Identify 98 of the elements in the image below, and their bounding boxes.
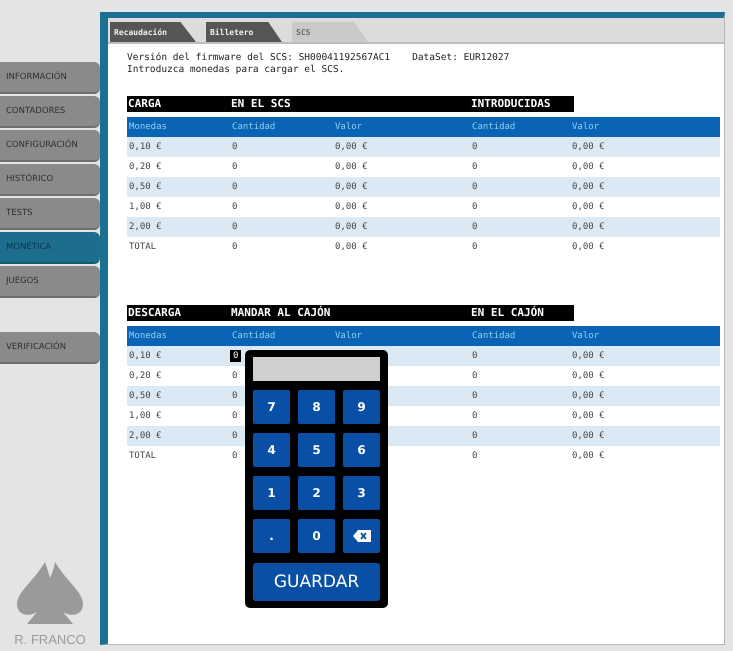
table-cell-text: 0 — [471, 202, 478, 212]
column-header: Valor — [571, 331, 600, 341]
section-title: CARGA — [127, 96, 230, 112]
save-button[interactable]: GUARDAR — [253, 563, 380, 601]
table-cell-text: 1,00 € — [128, 411, 163, 421]
table-cell-text: 0,00 € — [571, 391, 606, 401]
section-title: MANDAR AL CAJÓN — [230, 305, 470, 321]
table-cell-text: 0,00 € — [571, 431, 606, 441]
table-cell-text: 0,00 € — [334, 222, 369, 232]
numpad-key[interactable]: 8 — [298, 390, 335, 424]
numpad-key[interactable]: 7 — [253, 390, 290, 424]
table-cell-text: 0,10 € — [128, 142, 163, 152]
spade-logo-icon — [15, 560, 85, 626]
table-cell-text: 0 — [471, 411, 478, 421]
sidebar-item[interactable]: CONFIGURACIÓN — [0, 130, 100, 162]
table-cell-text: 0,00 € — [571, 202, 606, 212]
column-header: Valor — [334, 122, 364, 132]
numpad-key[interactable]: 5 — [298, 433, 335, 467]
table-cell-text: 0 — [231, 202, 238, 212]
column-header: Monedas — [128, 331, 168, 341]
table-cell-text: 0 — [471, 431, 478, 441]
table-cell-text: 0,00 € — [334, 162, 369, 172]
table-cell-text: 0,00 € — [571, 142, 606, 152]
tab[interactable]: Billetero — [206, 22, 282, 42]
logo-text: R. FRANCO — [14, 632, 86, 647]
backspace-icon — [352, 530, 370, 542]
table-cell-text: 0 — [471, 371, 478, 381]
table-cell-text: 0,20 € — [128, 162, 163, 172]
column-header: Cantidad — [471, 331, 516, 341]
numpad-key[interactable]: . — [253, 519, 290, 553]
backspace-button[interactable] — [343, 519, 380, 553]
table-cell-text: 0,00 € — [571, 351, 606, 361]
quantity-cell[interactable]: 0 — [230, 431, 238, 441]
table-cell-text: 0,00 € — [334, 202, 369, 212]
sidebar-item[interactable]: VERIFICACIÓN — [0, 332, 100, 364]
numpad-key[interactable]: 4 — [253, 433, 290, 467]
instruction-text: Introduzca monedas para cargar el SCS. — [127, 64, 344, 76]
numpad-key[interactable]: 2 — [298, 476, 335, 510]
table-cell-text: 0 — [471, 182, 478, 192]
section-title: EN EL SCS — [230, 96, 470, 112]
table-cell-text: 0 — [231, 142, 238, 152]
table-cell-text: 0 — [471, 242, 478, 252]
table-cell-text: 0,00 € — [571, 411, 606, 421]
sidebar-item[interactable]: INFORMACIÓN — [0, 62, 100, 94]
quantity-cell[interactable]: 0 — [230, 350, 242, 362]
table-cell-text: TOTAL — [128, 242, 158, 252]
table-cell-text: 0,00 € — [571, 182, 606, 192]
table-cell-text: 0 — [471, 451, 478, 461]
table-cell-text: 0 — [471, 351, 478, 361]
table-cell-text: 0 — [471, 222, 478, 232]
dataset-text: DataSet: EUR12027 — [412, 52, 510, 64]
table-cell-text: 0,00 € — [571, 371, 606, 381]
numpad-key[interactable]: 3 — [343, 476, 380, 510]
table-cell-text: 0,00 € — [334, 182, 369, 192]
firmware-version-text: Versión del firmware del SCS: SH00041192567AC1 — [127, 52, 390, 64]
table-cell-text: 0,50 € — [128, 391, 163, 401]
table-cell-text: 0,50 € — [128, 182, 163, 192]
numpad-key[interactable]: 0 — [298, 519, 335, 553]
numpad-key[interactable]: 6 — [343, 433, 380, 467]
quantity-cell[interactable]: 0 — [230, 391, 238, 401]
sidebar-item[interactable]: TESTS — [0, 198, 100, 230]
numpad-key[interactable]: 1 — [253, 476, 290, 510]
sidebar-item[interactable]: JUEGOS — [0, 266, 100, 298]
column-header: Cantidad — [231, 122, 276, 132]
table-cell-text: 0,00 € — [571, 242, 606, 252]
table-cell-text: 0,00 € — [571, 451, 606, 461]
column-header: Monedas — [128, 122, 168, 132]
sidebar-item[interactable]: CONTADORES — [0, 96, 100, 128]
table-cell-text: 0 — [231, 182, 238, 192]
table-cell-text: 0 — [231, 162, 238, 172]
section-title: EN EL CAJÓN — [470, 305, 574, 321]
sidebar-item[interactable]: HISTÓRICO — [0, 164, 100, 196]
tab[interactable]: Recaudación — [110, 22, 196, 42]
numpad-key[interactable]: 9 — [343, 390, 380, 424]
table-cell-text: 0 — [471, 391, 478, 401]
table-cell-text: 0,00 € — [334, 242, 369, 252]
table-cell-text: 2,00 € — [128, 431, 163, 441]
column-header: Cantidad — [471, 122, 516, 132]
table-cell-text: 0 — [471, 162, 478, 172]
table-cell-text: 0 — [231, 222, 238, 232]
column-header: Valor — [334, 331, 364, 341]
quantity-cell[interactable]: 0 — [230, 451, 238, 461]
section-title: INTRODUCIDAS — [470, 96, 574, 112]
table-cell-text: 0,10 € — [128, 351, 163, 361]
table-cell-text: TOTAL — [128, 451, 158, 461]
table-cell-text: 0,00 € — [571, 162, 606, 172]
quantity-cell[interactable]: 0 — [230, 371, 238, 381]
table-cell-text: 2,00 € — [128, 222, 163, 232]
section-title: DESCARGA — [127, 305, 230, 321]
table-cell-text: 0 — [231, 242, 238, 252]
table-cell-text: 0,00 € — [571, 222, 606, 232]
quantity-cell[interactable]: 0 — [230, 411, 238, 421]
table-cell-text: 0 — [471, 142, 478, 152]
table-cell-text: 0,00 € — [334, 142, 369, 152]
table-cell-text: 0,20 € — [128, 371, 163, 381]
table-cell-text: 1,00 € — [128, 202, 163, 212]
column-header: Cantidad — [231, 331, 276, 341]
column-header: Valor — [571, 122, 600, 132]
